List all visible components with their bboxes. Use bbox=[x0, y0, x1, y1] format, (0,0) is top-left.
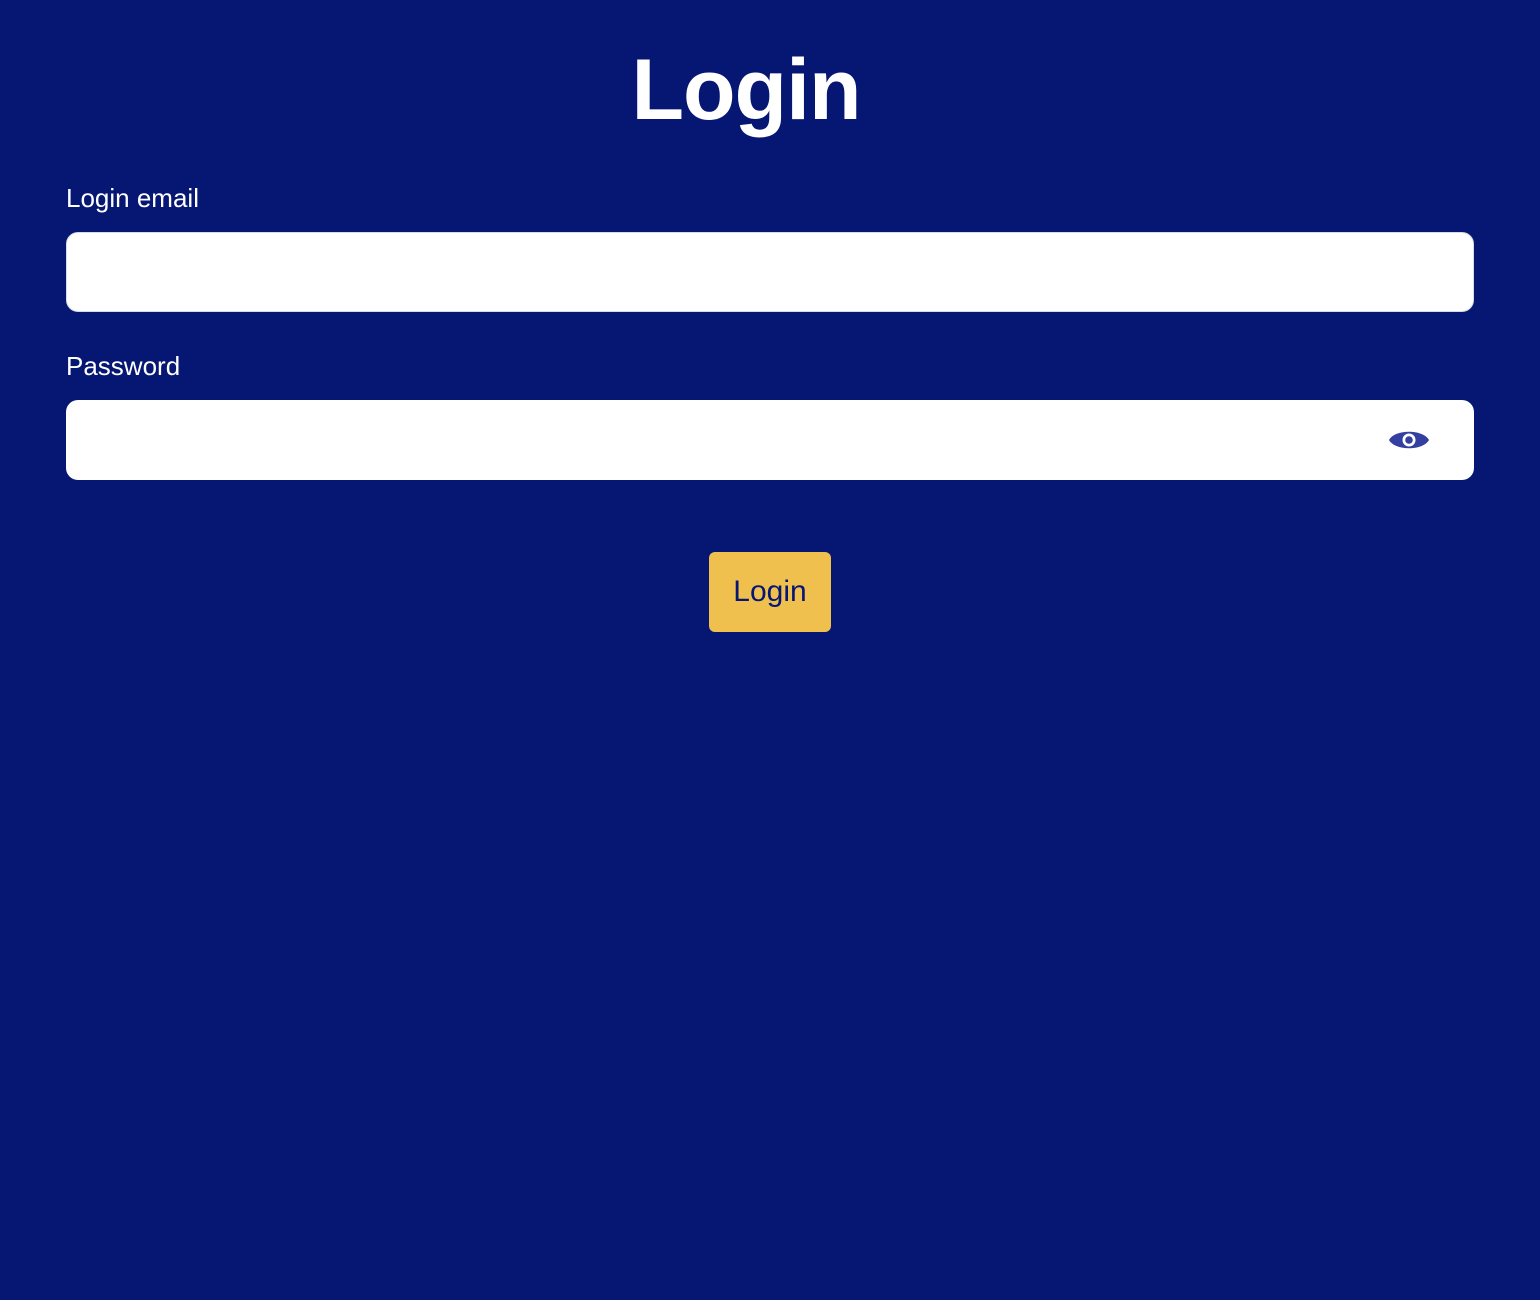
password-field[interactable] bbox=[66, 400, 1474, 480]
password-field-container bbox=[66, 400, 1474, 480]
email-field-container bbox=[66, 232, 1474, 312]
email-label: Login email bbox=[66, 183, 199, 213]
page-title: Login bbox=[631, 42, 861, 138]
password-label: Password bbox=[66, 351, 181, 381]
login-page: Login Login email Password Login bbox=[0, 0, 1540, 1300]
eye-icon bbox=[1388, 424, 1430, 456]
login-button[interactable]: Login bbox=[709, 552, 831, 632]
email-field[interactable] bbox=[67, 233, 1473, 311]
show-password-toggle[interactable] bbox=[1388, 424, 1430, 456]
